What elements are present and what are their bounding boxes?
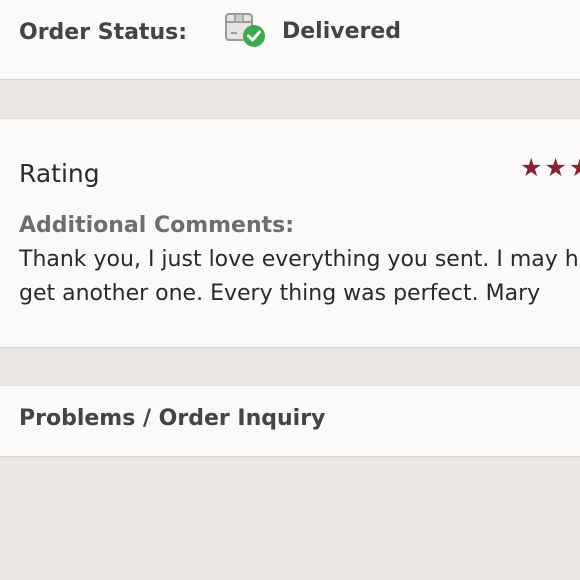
- problems-order-inquiry-link[interactable]: Problems / Order Inquiry: [0, 385, 580, 457]
- star-icon: ★: [569, 153, 580, 183]
- comments-line: get another one. Every thing was perfect…: [19, 281, 541, 306]
- rating-title: Rating: [19, 159, 100, 188]
- order-status-label: Order Status:: [19, 20, 188, 45]
- order-status-card: Order Status: Delivered: [0, 0, 580, 80]
- package-delivered-icon: [222, 11, 268, 49]
- additional-comments-label: Additional Comments:: [19, 213, 295, 238]
- order-status-value: Delivered: [282, 19, 402, 44]
- rating-stars: ★★★: [520, 153, 580, 183]
- star-icon: ★: [544, 153, 567, 182]
- rating-card: Rating ★★★ Additional Comments: Thank yo…: [0, 118, 580, 348]
- star-icon: ★: [520, 153, 543, 182]
- additional-comments-text: Thank you, I just love everything you se…: [19, 243, 579, 313]
- comments-line: Thank you, I just love everything you se…: [19, 247, 579, 272]
- problems-order-inquiry-label: Problems / Order Inquiry: [19, 406, 326, 431]
